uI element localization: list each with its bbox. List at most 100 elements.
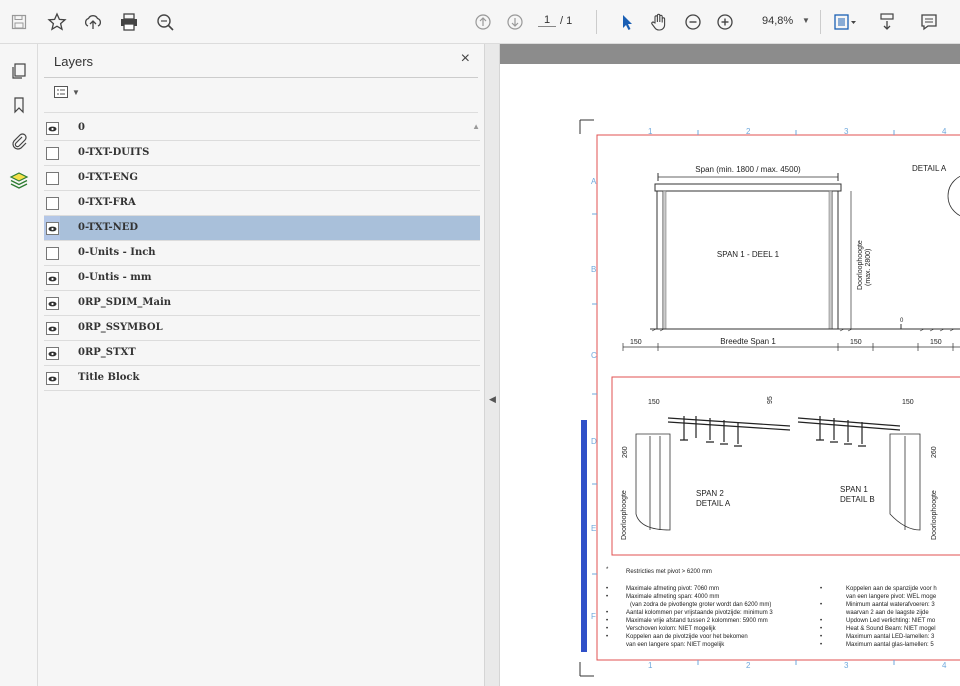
note-line: Updown Led verlichting: NIET mo bbox=[846, 618, 936, 624]
comment-icon[interactable] bbox=[914, 7, 944, 37]
col-label: 2 bbox=[746, 661, 751, 670]
layer-row[interactable]: 0-TXT-NED bbox=[44, 216, 480, 241]
star-icon[interactable] bbox=[42, 7, 72, 37]
layer-row[interactable]: 0RP_SDIM_Main bbox=[44, 291, 480, 316]
note-line: Maximale afmeting pivot: 7060 mm bbox=[626, 586, 719, 592]
note-bullet: • bbox=[606, 594, 608, 600]
note-bullet: • bbox=[606, 610, 608, 616]
layer-options-button[interactable]: ▼ bbox=[54, 86, 80, 98]
note-bullet: • bbox=[606, 626, 608, 632]
span2-detail: DETAIL A bbox=[696, 499, 731, 508]
attachment-icon[interactable] bbox=[4, 126, 34, 156]
hidden-layer-checkbox[interactable] bbox=[46, 147, 59, 160]
dimension-150: 150 bbox=[648, 399, 660, 406]
col-label: 3 bbox=[844, 661, 849, 670]
eye-icon[interactable] bbox=[46, 297, 59, 310]
layer-row[interactable]: 0-TXT-ENG bbox=[44, 166, 480, 191]
layer-row[interactable]: 0 bbox=[44, 116, 480, 141]
eye-icon[interactable] bbox=[46, 222, 59, 235]
note-line: Maximale afmeting span: 4000 mm bbox=[626, 594, 719, 600]
save-icon[interactable] bbox=[4, 7, 34, 37]
note-line: Verschoven kolom: NIET mogelijk bbox=[626, 626, 717, 632]
note-line: Heat & Sound Beam: NIET mogel bbox=[846, 626, 936, 632]
navigation-rail bbox=[0, 44, 38, 686]
detail-a-label: DETAIL A bbox=[912, 164, 947, 173]
note-line: Maximum aantal glas-lamellen: 5 bbox=[846, 642, 934, 648]
layer-row[interactable]: 0-TXT-DUITS bbox=[44, 141, 480, 166]
layer-name: 0-Units - Inch bbox=[78, 247, 156, 258]
height-label: Doorloophoogte bbox=[931, 490, 938, 540]
eye-icon[interactable] bbox=[46, 372, 59, 385]
note-line: Koppelen aan de pivotzijde voor het beko… bbox=[626, 634, 748, 640]
page-down-icon[interactable] bbox=[500, 7, 530, 37]
col-label: 4 bbox=[942, 127, 947, 136]
row-label: E bbox=[591, 524, 596, 533]
layer-row[interactable]: 0-Untis - mm bbox=[44, 266, 480, 291]
note-line: Maximum aantal LED-lamellen: 3 bbox=[846, 634, 935, 640]
row-label: C bbox=[591, 351, 597, 360]
note-line: van een langere span: NIET mogelijk bbox=[626, 642, 725, 648]
layer-name: 0RP_SSYMBOL bbox=[78, 322, 163, 333]
eye-icon[interactable] bbox=[46, 272, 59, 285]
layer-row[interactable]: 0RP_STXT bbox=[44, 341, 480, 366]
scroll-mode-icon[interactable] bbox=[872, 7, 902, 37]
dimension-150: 150 bbox=[850, 339, 862, 346]
search-zoom-icon[interactable] bbox=[150, 7, 180, 37]
note-bullet: • bbox=[820, 634, 822, 640]
col-label: 2 bbox=[746, 127, 751, 136]
collapse-panel-icon[interactable]: ◀ bbox=[489, 394, 496, 405]
zoom-level[interactable]: 94,8% bbox=[762, 15, 793, 27]
note-line: Koppelen aan de spanzijde voor h bbox=[846, 586, 937, 592]
span-label: SPAN 1 - DEEL 1 bbox=[717, 250, 780, 259]
svg-text:*: * bbox=[606, 567, 609, 573]
dimension-95: 95 bbox=[767, 396, 774, 404]
note-line: van een langere pivot: WEL moge bbox=[846, 594, 937, 600]
layer-name: 0 bbox=[78, 122, 85, 133]
height-limit-label: (max. 2800) bbox=[865, 249, 872, 286]
note-line: Maximale vrije afstand tussen 2 kolommen… bbox=[626, 618, 768, 624]
panel-splitter[interactable]: ◀ bbox=[484, 44, 500, 686]
chevron-down-icon: ▼ bbox=[72, 87, 80, 97]
eye-icon[interactable] bbox=[46, 122, 59, 135]
layer-name: 0RP_STXT bbox=[78, 347, 136, 358]
span2-label: SPAN 2 bbox=[696, 489, 724, 498]
note-bullet: • bbox=[820, 586, 822, 592]
page-number-input[interactable]: 1 bbox=[538, 14, 556, 27]
layer-row[interactable]: 0RP_SSYMBOL bbox=[44, 316, 480, 341]
hidden-layer-checkbox[interactable] bbox=[46, 172, 59, 185]
layer-name: 0-TXT-NED bbox=[78, 222, 139, 233]
document-view[interactable]: 1 2 3 4 1 2 3 4 A B C D E F Span (min. 1… bbox=[500, 44, 960, 686]
span-dimension: Span (min. 1800 / max. 4500) bbox=[695, 165, 801, 174]
level-zero: 0 bbox=[900, 318, 904, 324]
note-line: (van zodra de pivotlengte groter wordt d… bbox=[630, 602, 771, 608]
page-up-icon[interactable] bbox=[468, 7, 498, 37]
layers-icon[interactable] bbox=[4, 166, 34, 196]
technical-drawing: 1 2 3 4 1 2 3 4 A B C D E F Span (min. 1… bbox=[579, 119, 960, 677]
print-icon[interactable] bbox=[114, 7, 144, 37]
note-line: Minimum aantal waterafvoeren: 3 bbox=[846, 602, 935, 608]
zoom-out-icon[interactable] bbox=[678, 7, 708, 37]
upload-icon[interactable] bbox=[78, 7, 108, 37]
close-icon[interactable]: × bbox=[461, 50, 470, 68]
page-total: / 1 bbox=[560, 15, 573, 27]
eye-icon[interactable] bbox=[46, 322, 59, 335]
eye-icon[interactable] bbox=[46, 347, 59, 360]
layer-row[interactable]: 0-TXT-FRA bbox=[44, 191, 480, 216]
chevron-down-icon[interactable]: ▼ bbox=[802, 16, 810, 25]
note-bullet: • bbox=[820, 626, 822, 632]
dimension-260: 260 bbox=[622, 446, 629, 458]
scroll-up-icon[interactable]: ▲ bbox=[472, 122, 480, 131]
layer-row[interactable]: Title Block bbox=[44, 366, 480, 391]
hidden-layer-checkbox[interactable] bbox=[46, 197, 59, 210]
note-bullet: • bbox=[606, 634, 608, 640]
hidden-layer-checkbox[interactable] bbox=[46, 247, 59, 260]
dimension-260: 260 bbox=[931, 446, 938, 458]
pages-icon[interactable] bbox=[4, 56, 34, 86]
hand-icon[interactable] bbox=[644, 7, 674, 37]
select-arrow-icon[interactable] bbox=[612, 7, 642, 37]
fit-page-icon[interactable] bbox=[830, 7, 860, 37]
layer-row[interactable]: 0-Units - Inch bbox=[44, 241, 480, 266]
bookmark-icon[interactable] bbox=[4, 90, 34, 120]
span1-label: SPAN 1 bbox=[840, 485, 868, 494]
zoom-in-icon[interactable] bbox=[710, 7, 740, 37]
